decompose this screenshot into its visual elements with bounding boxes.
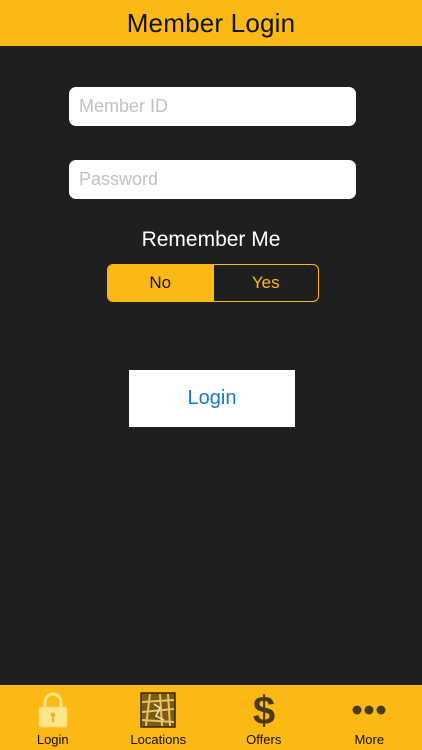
nav-header: Member Login — [0, 0, 422, 46]
login-button[interactable]: Login — [129, 370, 295, 427]
tab-bar: Login Locations $ Offers More — [0, 685, 422, 750]
tab-offers[interactable]: $ Offers — [211, 685, 317, 750]
remember-me-label: Remember Me — [141, 228, 281, 251]
remember-yes-option[interactable]: Yes — [212, 265, 319, 301]
remember-me-toggle: No Yes — [107, 264, 319, 302]
page-title: Member Login — [126, 7, 296, 38]
tab-offers-label: Offers — [246, 732, 282, 747]
tab-login-label: Login — [36, 732, 69, 747]
lock-icon — [31, 691, 75, 729]
tab-more-label: More — [354, 732, 385, 747]
tab-locations-label: Locations — [130, 732, 187, 747]
login-screen: Member Login Remember Me No Yes Login Lo… — [0, 0, 422, 750]
tab-locations[interactable]: Locations — [106, 685, 212, 750]
password-input[interactable] — [69, 160, 356, 199]
tab-more[interactable]: More — [317, 685, 422, 750]
dollar-icon: $ — [242, 691, 286, 729]
remember-no-option[interactable]: No — [108, 265, 213, 301]
svg-text:$: $ — [253, 691, 275, 729]
member-id-input[interactable] — [69, 87, 356, 126]
more-dots-icon — [347, 691, 391, 729]
map-icon — [136, 691, 180, 729]
tab-login[interactable]: Login — [0, 685, 106, 750]
